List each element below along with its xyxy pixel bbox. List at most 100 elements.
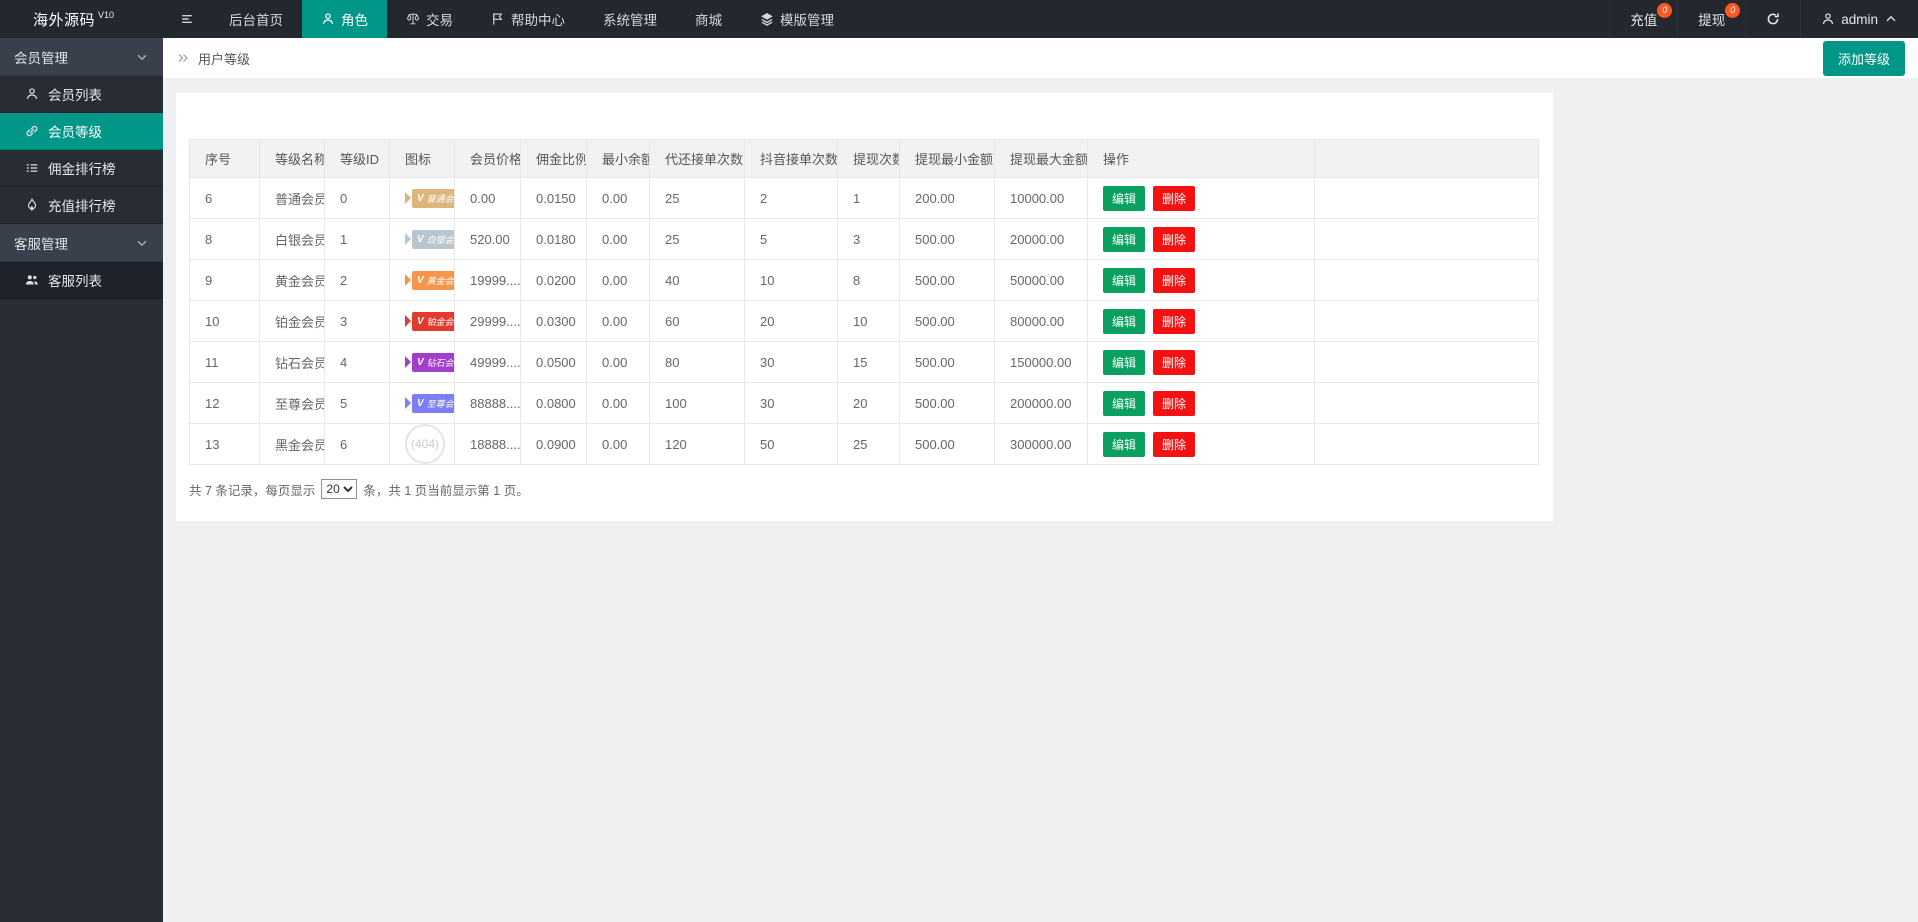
edit-button[interactable]: 编辑	[1103, 268, 1145, 293]
cell-level_id: 2	[325, 260, 390, 301]
delete-button[interactable]: 删除	[1153, 350, 1195, 375]
nav-help-center[interactable]: 帮助中心	[472, 0, 584, 38]
refresh-button[interactable]	[1745, 0, 1800, 38]
chevron-up-icon	[1884, 12, 1898, 26]
cell-withdraw_min: 500.00	[900, 383, 995, 424]
level-icon-cell: V钻石会员	[390, 342, 455, 383]
cell-seq: 6	[190, 178, 260, 219]
recharge-label: 充值	[1630, 9, 1657, 29]
edit-button[interactable]: 编辑	[1103, 350, 1145, 375]
cell-withdraw_times: 3	[838, 219, 900, 260]
sidebar-group-member-management[interactable]: 会员管理	[0, 38, 163, 76]
cell-withdraw_min: 200.00	[900, 178, 995, 219]
edit-button[interactable]: 编辑	[1103, 391, 1145, 416]
page-size-select[interactable]: 20	[321, 479, 357, 499]
cell-douyin_orders: 10	[745, 260, 838, 301]
column-header: 等级ID	[325, 140, 390, 178]
cell-withdraw_max: 80000.00	[995, 301, 1088, 342]
cell-min_balance: 0.00	[587, 260, 650, 301]
recharge-link[interactable]: 充值 0	[1609, 0, 1677, 38]
level-icon-cell: V至尊会员	[390, 383, 455, 424]
pagination-summary: 共 7 条记录，每页显示	[189, 480, 315, 499]
scales-icon	[406, 12, 420, 26]
nav-system[interactable]: 系统管理	[584, 0, 676, 38]
cell-douyin_orders: 30	[745, 342, 838, 383]
cell-level_id: 6	[325, 424, 390, 465]
hamburger-icon[interactable]	[163, 0, 210, 38]
sidebar-item-member-level[interactable]: 会员等级	[0, 113, 163, 150]
edit-button[interactable]: 编辑	[1103, 309, 1145, 334]
sidebar-item-label: 客服列表	[48, 270, 102, 290]
delete-button[interactable]: 删除	[1153, 186, 1195, 211]
cell-repay_orders: 25	[650, 219, 745, 260]
filler-cell	[1315, 342, 1539, 383]
sidebar-item-label: 会员列表	[48, 84, 102, 104]
actions-cell: 编辑删除	[1088, 219, 1315, 260]
filler-cell	[1315, 383, 1539, 424]
delete-button[interactable]: 删除	[1153, 227, 1195, 252]
withdraw-link[interactable]: 提现 0	[1677, 0, 1745, 38]
actions-cell: 编辑删除	[1088, 178, 1315, 219]
filler-cell	[1315, 178, 1539, 219]
nav-template[interactable]: 模版管理	[741, 0, 853, 38]
sidebar-item-commission-rank[interactable]: 佣金排行榜	[0, 150, 163, 187]
sidebar-item-member-list[interactable]: 会员列表	[0, 76, 163, 113]
cell-withdraw_min: 500.00	[900, 424, 995, 465]
column-header: 提现最小金额	[900, 140, 995, 178]
table-row: 10铂金会员3V铂金会员29999....0.03000.00602010500…	[190, 301, 1539, 342]
sidebar-item-recharge-rank[interactable]: 充值排行榜	[0, 187, 163, 224]
app-version: V10	[98, 10, 114, 20]
cell-seq: 9	[190, 260, 260, 301]
filler-cell	[1315, 424, 1539, 465]
level-badge: V黄金会员	[405, 271, 455, 290]
nav-roles[interactable]: 角色	[302, 0, 387, 38]
withdraw-badge: 0	[1725, 3, 1740, 18]
cell-withdraw_max: 50000.00	[995, 260, 1088, 301]
table-body: 6普通会员0V普通会员0.000.01500.002521200.0010000…	[190, 178, 1539, 465]
pagination: 共 7 条记录，每页显示 20 条，共 1 页当前显示第 1 页。	[189, 479, 1540, 499]
sidebar: 会员管理会员列表会员等级佣金排行榜充值排行榜客服管理客服列表	[0, 38, 163, 922]
content-area: 序号等级名称等级ID图标会员价格佣金比例最小余额代还接单次数抖音接单次数提现次数…	[163, 78, 1918, 521]
delete-button[interactable]: 删除	[1153, 432, 1195, 457]
cell-withdraw_max: 10000.00	[995, 178, 1088, 219]
cell-price: 19999....	[455, 260, 521, 301]
nav-dashboard[interactable]: 后台首页	[210, 0, 302, 38]
link-icon	[25, 124, 39, 138]
column-header: 等级名称	[260, 140, 325, 178]
refresh-icon	[1766, 12, 1780, 26]
actions-cell: 编辑删除	[1088, 383, 1315, 424]
sidebar-item-service-list[interactable]: 客服列表	[0, 262, 163, 299]
edit-button[interactable]: 编辑	[1103, 227, 1145, 252]
recharge-badge: 0	[1657, 3, 1672, 18]
sidebar-group-service-management[interactable]: 客服管理	[0, 224, 163, 262]
nav-label: 模版管理	[780, 9, 834, 29]
cell-name: 铂金会员	[260, 301, 325, 342]
cell-repay_orders: 120	[650, 424, 745, 465]
level-badge: V白银会员	[405, 230, 455, 249]
layers-icon	[760, 12, 774, 26]
user-menu[interactable]: admin	[1800, 0, 1918, 38]
cell-commission: 0.0800	[521, 383, 587, 424]
sidebar-item-label: 会员等级	[48, 121, 102, 141]
edit-button[interactable]: 编辑	[1103, 432, 1145, 457]
delete-button[interactable]: 删除	[1153, 309, 1195, 334]
flag-icon	[491, 12, 505, 26]
cell-withdraw_max: 20000.00	[995, 219, 1088, 260]
column-header: 提现次数	[838, 140, 900, 178]
add-level-button[interactable]: 添加等级	[1823, 41, 1905, 76]
person-icon	[1821, 12, 1835, 26]
nav-mall[interactable]: 商城	[676, 0, 741, 38]
nav-label: 商城	[695, 9, 722, 29]
cell-level_id: 1	[325, 219, 390, 260]
table-row: 8白银会员1V白银会员520.000.01800.002553500.00200…	[190, 219, 1539, 260]
table-row: 6普通会员0V普通会员0.000.01500.002521200.0010000…	[190, 178, 1539, 219]
delete-button[interactable]: 删除	[1153, 391, 1195, 416]
nav-label: 系统管理	[603, 9, 657, 29]
nav-trade[interactable]: 交易	[387, 0, 472, 38]
app-logo: 海外源码V10	[0, 0, 163, 38]
cell-name: 黄金会员	[260, 260, 325, 301]
cell-level_id: 0	[325, 178, 390, 219]
delete-button[interactable]: 删除	[1153, 268, 1195, 293]
edit-button[interactable]: 编辑	[1103, 186, 1145, 211]
cell-min_balance: 0.00	[587, 301, 650, 342]
